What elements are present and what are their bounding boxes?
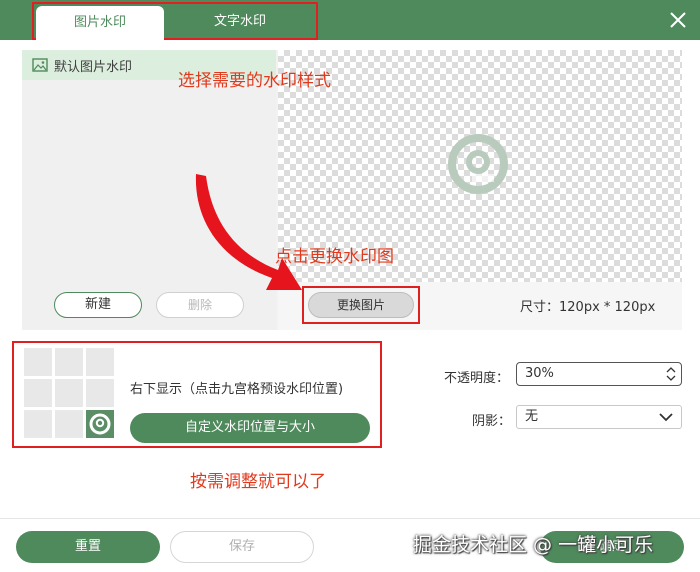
site-watermark: 掘金技术社区 @ 一罐小可乐 [413,534,654,556]
grid-cell-4[interactable] [24,379,52,407]
list-item-label: 默认图片水印 [54,59,133,75]
reset-button[interactable]: 重置 [16,531,160,563]
grid-cell-1[interactable] [24,348,52,376]
grid-cell-7[interactable] [24,410,52,438]
shadow-label: 阴影： [472,414,512,429]
red-arrow-icon [195,174,302,290]
footer-divider [0,518,700,519]
chevron-down-icon [659,413,673,422]
logo-icon [89,413,111,435]
grid-cell-2[interactable] [55,348,83,376]
annotation-adjust: 按需调整就可以了 [190,472,326,492]
custom-position-button[interactable]: 自定义水印位置与大小 [130,413,370,443]
opacity-value: 30% [525,366,554,381]
opacity-label: 不透明度： [444,371,510,386]
shadow-select[interactable]: 无 [516,405,682,429]
grid-cell-8[interactable] [55,410,83,438]
change-image-button[interactable]: 更换图片 [308,292,414,318]
new-button[interactable]: 新建 [54,292,142,318]
save-button[interactable]: 保存 [170,531,314,563]
grid-cell-5[interactable] [55,379,83,407]
image-icon [32,58,48,72]
grid-cell-6[interactable] [86,379,114,407]
opacity-stepper[interactable]: 30% [516,362,682,386]
annotation-choose-style: 选择需要的水印样式 [178,71,331,91]
shadow-value: 无 [525,409,539,424]
watermark-logo-icon [448,134,508,194]
close-icon[interactable] [668,10,688,30]
tab-text-watermark[interactable]: 文字水印 [166,6,314,38]
grid-cell-9[interactable] [86,410,114,438]
grid-cell-3[interactable] [86,348,114,376]
position-description: 右下显示（点击九宫格预设水印位置) [130,382,344,397]
spinner-arrows-icon[interactable] [665,365,677,383]
tab-image-watermark[interactable]: 图片水印 [36,6,164,40]
size-label: 尺寸：120px * 120px [520,300,656,315]
